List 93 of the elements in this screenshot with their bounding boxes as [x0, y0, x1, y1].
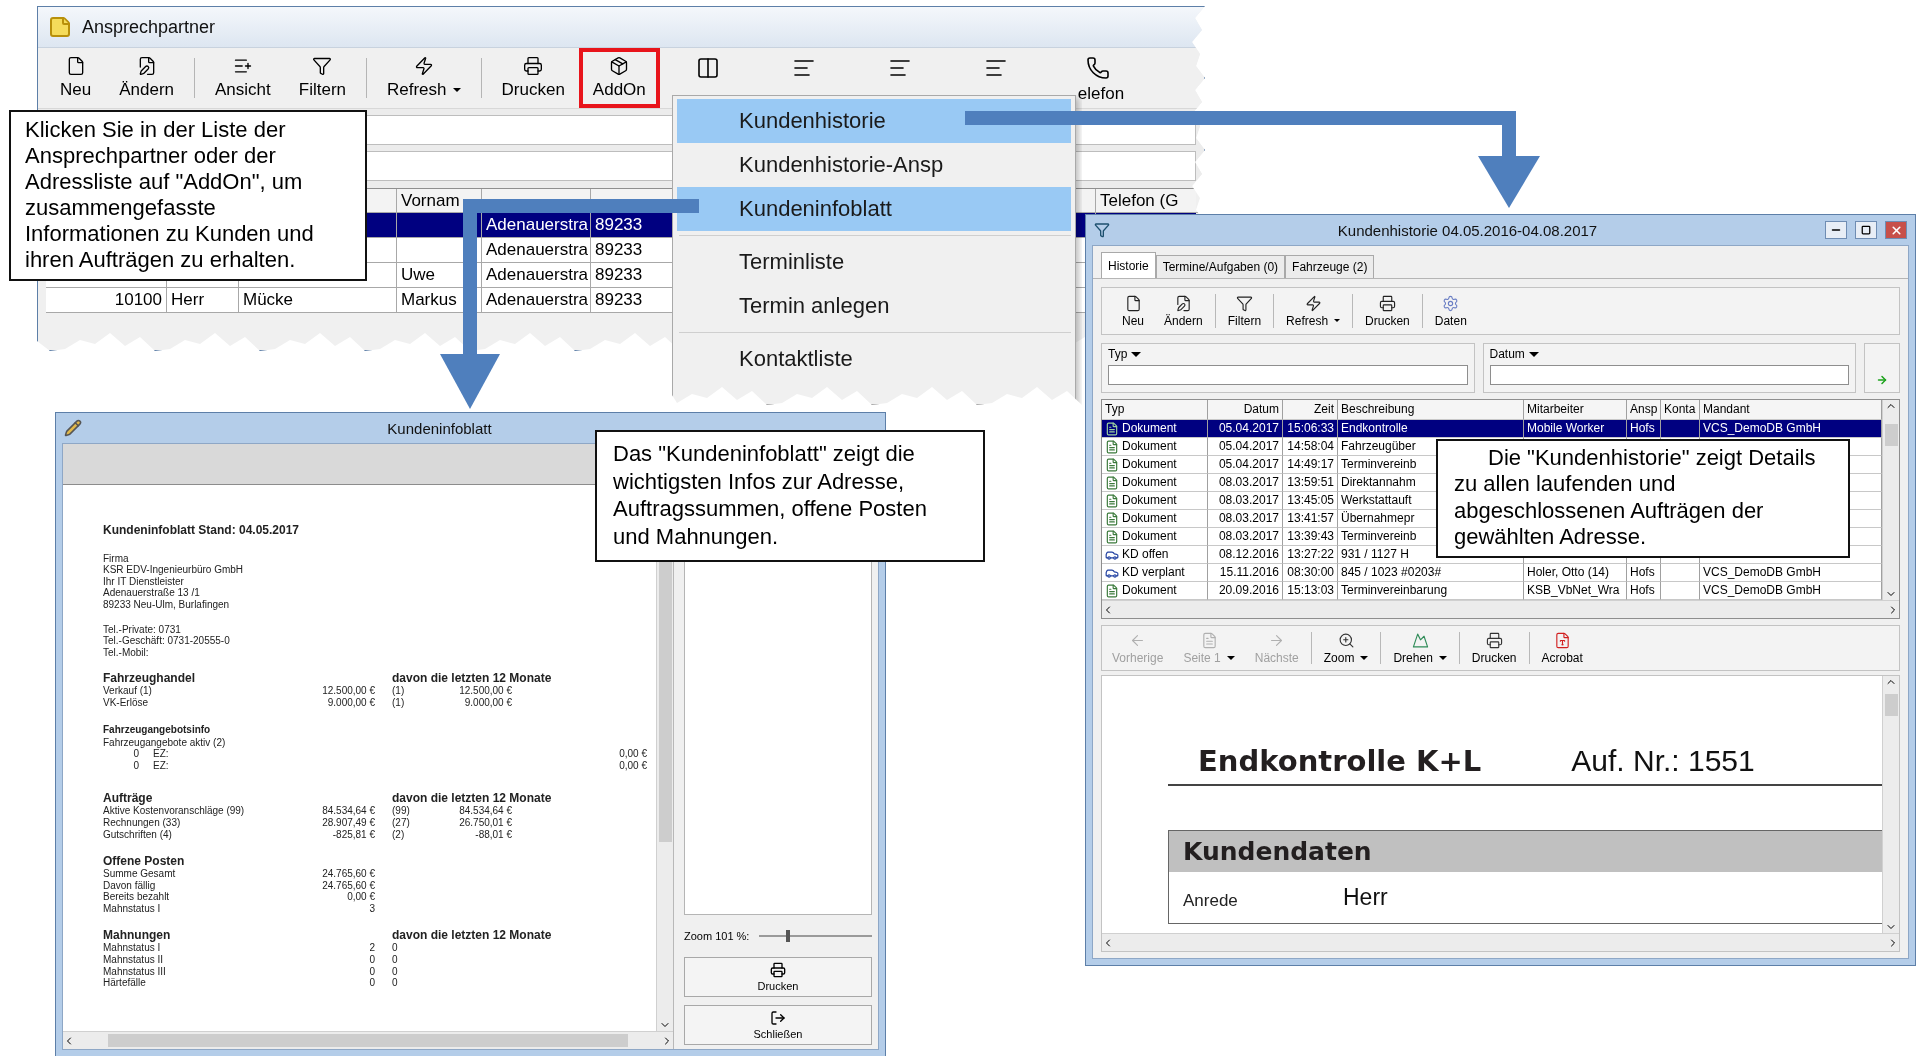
table-cell: Herr [167, 288, 239, 313]
report-count: (1) [392, 696, 406, 709]
table-cell: Dokument [1122, 438, 1177, 455]
table-cell: Dokument [1122, 474, 1177, 491]
table-cell: Dokument [1122, 420, 1177, 437]
report-amount: 12.500,00 € [458, 685, 512, 697]
report-label: Verkauf (1) [103, 685, 152, 697]
report-count: 0 [392, 977, 399, 989]
window-title: Ansprechpartner [82, 16, 216, 38]
report-amount: 24.765,60 € [321, 879, 375, 892]
report-amount: 26.750,01 € [458, 816, 512, 829]
zoom-label: Zoom 101 %: [684, 930, 750, 942]
field-value: Herr [1343, 884, 1389, 911]
callout-tooltip: Klicken Sie in der Liste der Ansprechpartner oder der Adressliste auf "AddOn", um zusammengefasste Informationen zu Kunden und ihren Aufträgen zu erhalten. [9, 110, 367, 281]
report-label: Mahnstatus I [103, 942, 161, 954]
section-heading: Kundendaten [1169, 831, 1882, 872]
address-line: Firma [103, 552, 130, 565]
report-count: (27) [392, 816, 411, 829]
section-subtitle: davon die letzten 12 Monate [392, 671, 553, 686]
report-label: Härtefälle [103, 977, 146, 989]
report-heading: Kundeninfoblatt Stand: 04.05.2017 [103, 525, 300, 537]
table-cell: Dokument [1122, 510, 1177, 527]
report-label: Mahnstatus III [103, 965, 166, 977]
section-title: Mahnungen [103, 928, 172, 943]
section-title: Offene Posten [103, 854, 186, 869]
report-amount: 0 [368, 965, 375, 978]
report-count: 0 [132, 748, 139, 760]
report-amount: 24.765,60 € [321, 868, 375, 880]
report-label: Bereits bezahlt [103, 891, 170, 903]
report-count: 0 [392, 965, 399, 978]
report-label: Summe Gesamt [103, 868, 176, 880]
table-cell: Dokument [1122, 582, 1177, 599]
report-amount: -825,81 € [331, 828, 375, 841]
phone-line: Tel.-Mobil: [103, 646, 150, 659]
report-amount: 0,00 € [619, 748, 647, 760]
callout-tooltip: Das "Kundeninfoblatt" zeigt die wichtigsten Infos zur Adresse, Auftragssummen, offene Posten und Mahnungen. [595, 430, 985, 562]
section-title: Fahrzeugangebotsinfo [103, 722, 212, 737]
address-line: KSR EDV-Ingenieurbüro GmbH [103, 564, 245, 576]
section-title: Fahrzeughandel [103, 671, 196, 686]
field-label: Anrede [1183, 891, 1239, 911]
report-label: Aktive Kostenvoranschläge (99) [103, 805, 245, 817]
address-line: Adenauerstraße 13 /1 [103, 587, 201, 599]
report-label: Mahnstatus II [103, 954, 164, 966]
report-count: 0 [392, 954, 399, 966]
table-cell: Mücke [239, 288, 397, 313]
report-amount: -88,01 € [474, 828, 512, 841]
report-count: 0 [392, 942, 399, 955]
report-amount: 9.000,00 € [326, 696, 375, 709]
report-count: (1) [392, 685, 406, 697]
document-title: Endkontrolle K+L [1198, 744, 1482, 778]
report-amount: 2 [368, 942, 375, 955]
order-number: Auf. Nr.: 1551 [1571, 744, 1755, 778]
report-amount: 9.000,00 € [463, 696, 512, 709]
section-subtitle: davon die letzten 12 Monate [392, 791, 553, 806]
report-amount: 0 [368, 954, 375, 966]
report-count: (2) [392, 828, 406, 841]
address-line: 89233 Neu-Ulm, Burlafingen [103, 598, 231, 611]
filter-label: Typ [1108, 347, 1128, 361]
phone-line: Tel.-Private: 0731 [103, 623, 182, 636]
table-cell: Dokument [1122, 492, 1177, 509]
report-amount: 0,00 € [346, 891, 375, 903]
section-title: Aufträge [103, 791, 154, 806]
table-cell: Dokument [1122, 456, 1177, 473]
report-count: (99) [392, 805, 411, 817]
report-label: Davon fällig [103, 879, 156, 891]
report-count: 0 [132, 759, 139, 772]
section-subtitle: davon die letzten 12 Monate [392, 928, 553, 943]
report-amount: 12.500,00 € [321, 685, 375, 697]
report-amount: 0 [368, 977, 375, 989]
table-cell: KD offen [1122, 546, 1169, 563]
address-line: Ihr IT Dienstleister [103, 575, 185, 588]
window-title: Kundeninfoblatt [386, 419, 493, 437]
report-label: EZ: [153, 748, 169, 760]
table-cell: Adenauerstra [482, 288, 591, 313]
table-cell: 10100 [46, 288, 167, 313]
window-title: Kundenhistorie 04.05.2016-04.08.2017 [1336, 221, 1599, 239]
filter-label: Datum [1489, 347, 1525, 361]
report-label: VK-Erlöse [103, 696, 148, 708]
report-amount: 84.534,64 € [321, 805, 375, 817]
report-label: Gutschriften (4) [103, 828, 172, 840]
report-label: Rechnungen (33) [103, 816, 181, 828]
table-cell: Markus [397, 288, 482, 313]
table-cell: KD verplant [1122, 564, 1185, 581]
report-label: EZ: [153, 759, 169, 771]
report-amount: 84.534,64 € [458, 805, 512, 817]
callout-tooltip: Die "Kundenhistorie" zeigt Details zu allen laufenden und abgeschlossenen Aufträgen der gewählten Adresse. [1436, 439, 1850, 558]
report-amount: 28.907,49 € [321, 816, 375, 829]
report-amount: 0,00 € [619, 759, 647, 772]
table-cell: Dokument [1122, 528, 1177, 545]
report-label: Mahnstatus I [103, 902, 161, 914]
phone-line: Tel.-Geschäft: 0731-20555-0 [103, 635, 231, 647]
report-amount: 3 [368, 902, 375, 915]
report-label: Fahrzeugangebote aktiv (2) [103, 736, 226, 748]
